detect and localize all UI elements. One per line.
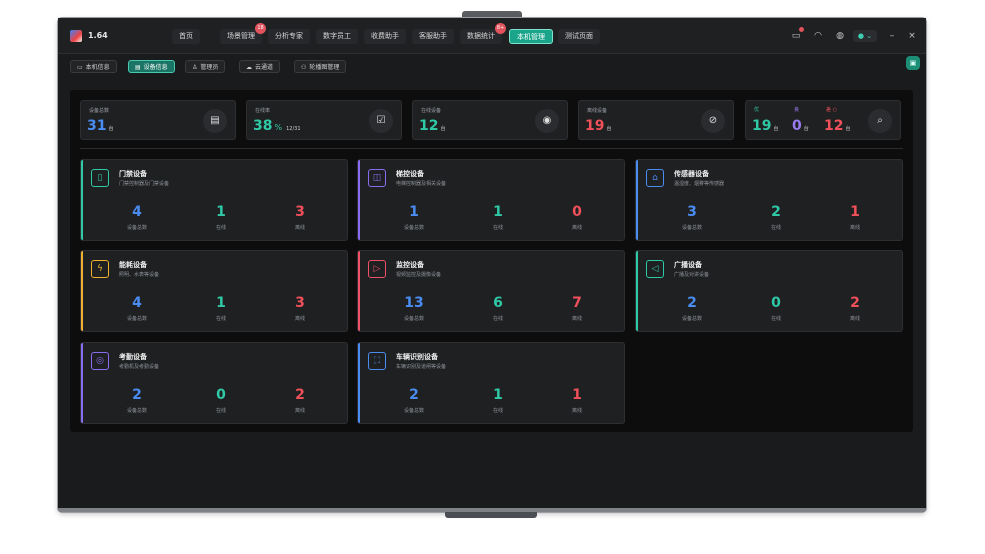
camera-icon: ▷ — [368, 260, 386, 278]
stat-online-rate: 在线率 38% 12/31 ☑ — [246, 100, 402, 140]
user-menu-button[interactable]: ● ⌄ — [853, 30, 877, 42]
card-online: 1 — [493, 204, 503, 220]
device-card-vehicle-recognition[interactable]: ⛶ 车辆识别设备 车辆识别及道闸等设备 2 1 1 设备总数 在线 离线 — [357, 342, 625, 424]
tab-device-info[interactable]: ▤ 设备信息 — [128, 60, 175, 73]
monitor-camera — [462, 11, 522, 17]
card-offline: 1 — [850, 204, 860, 220]
nav-test-page[interactable]: 测试页面 — [558, 29, 600, 44]
card-total: 2 — [132, 387, 142, 403]
card-total: 4 — [132, 204, 142, 220]
tab-local-info[interactable]: ▭ 本机信息 — [70, 60, 117, 73]
device-card-attendance[interactable]: ◎ 考勤设备 考勤机及考勤设备 2 0 2 设备总数 在线 离线 — [80, 342, 348, 424]
chevron-down-icon: ⌄ — [866, 32, 873, 40]
card-online: 0 — [216, 387, 226, 403]
app-version: 1.64 — [88, 31, 108, 40]
message-icon[interactable]: ▭ — [790, 27, 804, 42]
card-online: 1 — [216, 204, 226, 220]
headset-icon[interactable]: ◠ — [812, 30, 824, 42]
card-offline: 2 — [295, 387, 305, 403]
card-online: 2 — [771, 204, 781, 220]
nav-analysis-expert[interactable]: 分析专家 — [268, 29, 310, 44]
stat-value: 31 — [87, 118, 107, 134]
card-total: 3 — [687, 204, 697, 220]
divider — [80, 148, 903, 149]
user-icon: ● — [857, 32, 864, 40]
stat-quality: 优 良 差 ○ 19 台 0台 12 台 ⌕ — [745, 100, 901, 140]
signal-icon: ◉ — [535, 109, 559, 133]
device-card-elevator-control[interactable]: ◫ 梯控设备 电梯控制器及相关设备 1 1 0 设备总数 在线 离线 — [357, 159, 625, 241]
energy-icon: ϟ — [91, 260, 109, 278]
card-offline: 3 — [295, 204, 305, 220]
alert-icon: ○ — [832, 107, 837, 113]
stat-offline-devices: 离线设备 19 台 ⊘ — [578, 100, 734, 140]
carousel-icon: ⚇ — [301, 64, 307, 71]
nav-home[interactable]: 首页 — [172, 29, 200, 44]
card-total: 2 — [687, 295, 697, 311]
user-icon: ♙ — [192, 64, 198, 71]
stat-online-devices: 在线设备 12 台 ◉ — [412, 100, 568, 140]
device-card-broadcast[interactable]: ◁ 广播设备 广播及对讲设备 2 0 2 设备总数 在线 离线 — [635, 250, 903, 332]
notification-badge: 8+ — [495, 23, 506, 34]
monitor-icon: ▭ — [77, 64, 83, 71]
elevator-icon: ◫ — [368, 169, 386, 187]
top-bar: 1.64 首页 场景管理 18 分析专家 数字员工 收费助手 客服助手 数据统计 8… — [58, 18, 926, 54]
device-card-sensor[interactable]: ⌂ 传感器设备 温湿度、烟雾等传感器 3 2 1 设备总数 在线 离线 — [635, 159, 903, 241]
tab-admin[interactable]: ♙ 管理员 — [185, 60, 226, 73]
nav-statistics[interactable]: 数据统计 8+ — [460, 23, 506, 44]
monitor-stand — [445, 512, 537, 518]
device-list-icon: ▤ — [203, 109, 227, 133]
close-button[interactable]: × — [906, 30, 918, 42]
message-badge — [799, 27, 804, 32]
stat-value: 19 — [585, 118, 605, 134]
speaker-icon: ◁ — [646, 260, 664, 278]
card-offline: 7 — [572, 295, 582, 311]
minimize-button[interactable]: – — [886, 30, 898, 42]
device-overview-panel: 设备总数 31 台 ▤ 在线率 38% 12/31 ☑ 在线设备 12 台 ◉ 离线设… — [70, 90, 913, 432]
nav-digital-staff[interactable]: 数字员工 — [316, 29, 358, 44]
tab-cloud-channel[interactable]: ☁ 云通道 — [239, 60, 281, 73]
nav-customer-service[interactable]: 客服助手 — [412, 29, 454, 44]
card-offline: 3 — [295, 295, 305, 311]
nav-billing-assistant[interactable]: 收费助手 — [364, 29, 406, 44]
search-icon[interactable]: ⌕ — [868, 109, 892, 133]
monitor-screen: 1.64 首页 场景管理 18 分析专家 数字员工 收费助手 客服助手 数据统计 8… — [58, 18, 926, 512]
nav-scene-management[interactable]: 场景管理 18 — [220, 23, 266, 44]
tab-carousel-management[interactable]: ⚇ 轮播图管理 — [294, 60, 347, 73]
card-online: 0 — [771, 295, 781, 311]
nav-local-management[interactable]: 本机管理 — [509, 29, 553, 44]
cloud-icon: ☁ — [246, 64, 252, 71]
sensor-icon: ⌂ — [646, 169, 664, 187]
fingerprint-icon: ◎ — [91, 352, 109, 370]
stat-value: 12 — [419, 118, 439, 134]
card-offline: 2 — [850, 295, 860, 311]
checkbox-icon: ☑ — [369, 109, 393, 133]
app-logo — [70, 30, 82, 42]
card-offline: 1 — [572, 387, 582, 403]
stat-total-devices: 设备总数 31 台 ▤ — [80, 100, 236, 140]
card-total: 13 — [404, 295, 424, 311]
card-total: 4 — [132, 295, 142, 311]
sub-tab-bar: ▭ 本机信息 ▤ 设备信息 ♙ 管理员 ☁ 云通道 ⚇ 轮播图管理 — [58, 54, 926, 80]
device-icon: ▤ — [135, 64, 141, 71]
device-card-surveillance[interactable]: ▷ 监控设备 视频监控及摄像设备 13 6 7 设备总数 在线 离线 — [357, 250, 625, 332]
device-card-access-control[interactable]: ▯ 门禁设备 门禁控制器及门禁设备 4 1 3 设备总数 在线 离线 — [80, 159, 348, 241]
vehicle-scan-icon: ⛶ — [368, 352, 386, 370]
door-icon: ▯ — [91, 169, 109, 187]
floating-action-button[interactable]: ▣ — [906, 56, 920, 70]
ban-icon: ⊘ — [701, 109, 725, 133]
card-total: 2 — [409, 387, 419, 403]
stat-value: 38 — [253, 118, 273, 134]
card-online: 6 — [493, 295, 503, 311]
card-online: 1 — [493, 387, 503, 403]
notification-badge: 18 — [255, 23, 266, 34]
card-total: 1 — [409, 204, 419, 220]
card-online: 1 — [216, 295, 226, 311]
device-card-energy[interactable]: ϟ 能耗设备 照明、水表等设备 4 1 3 设备总数 在线 离线 — [80, 250, 348, 332]
card-offline: 0 — [572, 204, 582, 220]
globe-icon[interactable]: ◍ — [834, 30, 846, 42]
